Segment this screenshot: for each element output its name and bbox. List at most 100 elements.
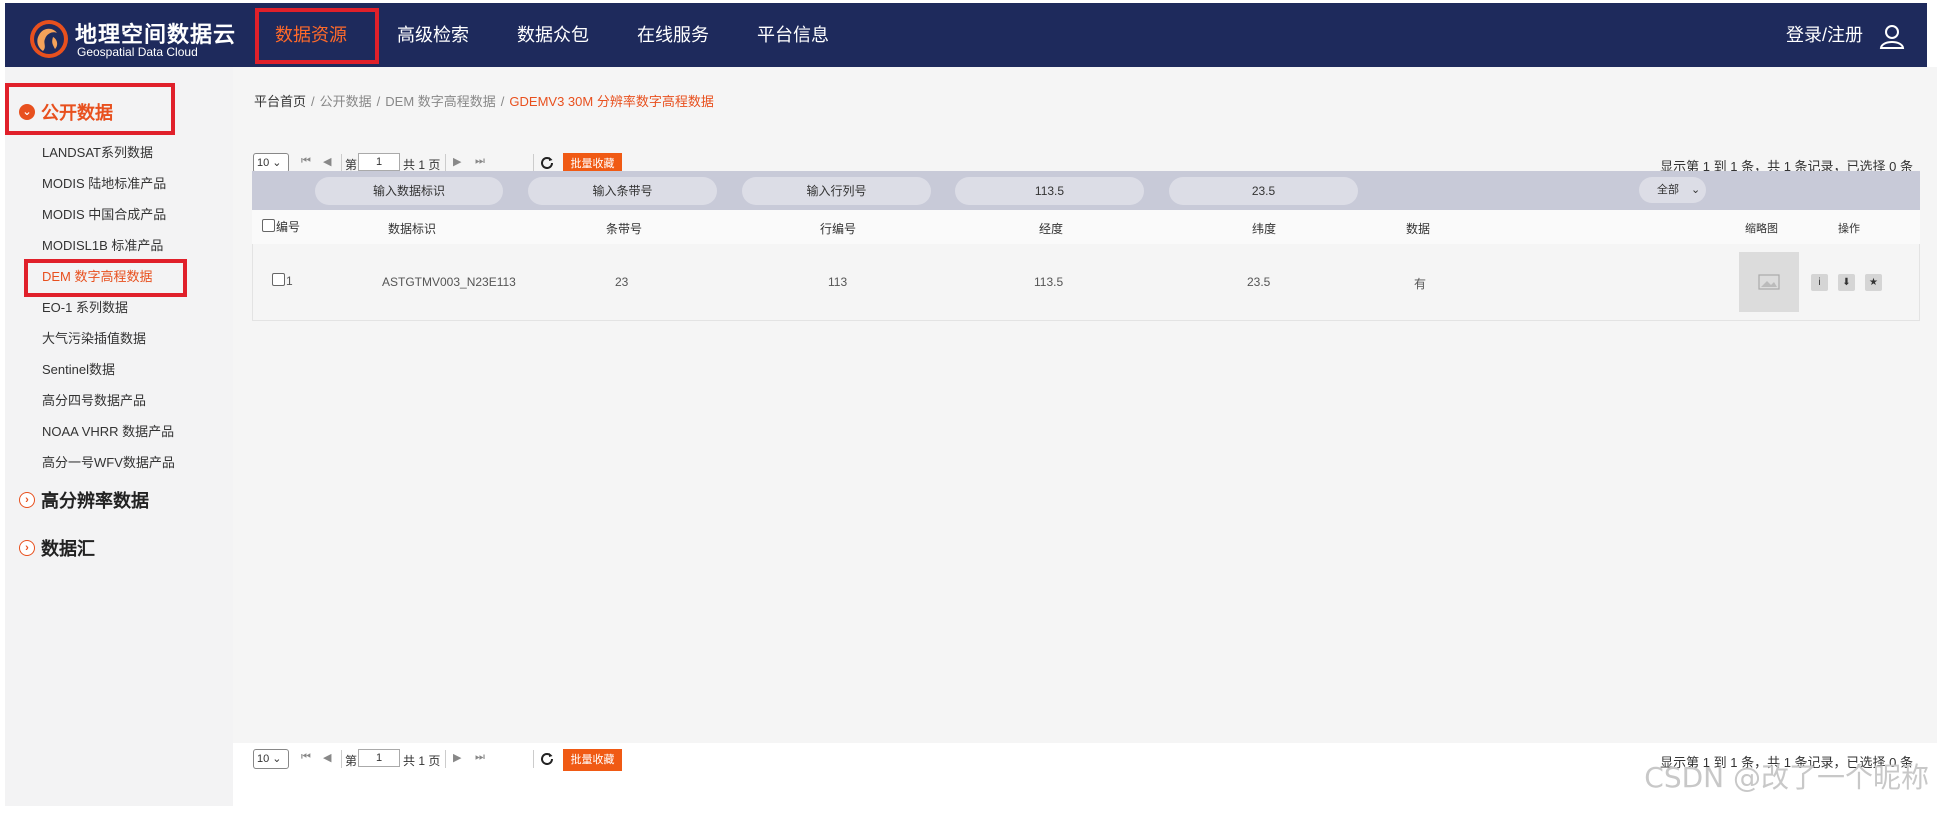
page-size-select[interactable]: 10 ⌄ [253,749,289,769]
chevron-down-icon: ⌄ [19,104,35,120]
table-header: 编号 数据标识 条带号 行编号 经度 纬度 数据 缩略图 操作 [252,210,1920,245]
pager-divider [341,750,342,768]
page-total: 共 1 页 [403,754,441,768]
breadcrumb-separator: / [500,94,505,109]
data-id-filter-input[interactable]: 输入数据标识 [315,177,503,205]
first-page-icon[interactable]: ⏮ [301,155,311,168]
column-header-longitude[interactable]: 经度 [1039,220,1063,237]
refresh-icon[interactable] [540,155,554,169]
site-logo[interactable]: 地理空间数据云 Geospatial Data Cloud [27,15,237,59]
next-page-icon[interactable]: ▶ [453,751,461,764]
globe-logo-icon [30,20,68,58]
sidebar-item-dem[interactable]: DEM 数字高程数据 [42,266,153,285]
pager-toolbar-bottom [253,816,1913,840]
sidebar-item-gf1-wfv[interactable]: 高分一号WFV数据产品 [42,452,175,471]
section-label: 公开数据 [41,103,113,123]
pager-divider [341,154,342,172]
longitude-filter-input[interactable]: 113.5 [955,177,1144,205]
sidebar-item-modis-land[interactable]: MODIS 陆地标准产品 [42,173,166,192]
cell-row: 113 [828,275,848,289]
sidebar-item-eo1[interactable]: EO-1 系列数据 [42,297,128,316]
select-all-checkbox[interactable] [262,219,275,232]
row-checkbox[interactable] [272,273,285,286]
column-header-data: 数据 [1406,222,1431,236]
nav-crowdsourcing[interactable]: 数据众包 [517,3,589,67]
strip-filter-input[interactable]: 输入条带号 [528,177,717,205]
user-icon[interactable] [1879,23,1905,49]
column-header-latitude[interactable]: 纬度 [1252,220,1276,237]
sidebar-section-data-hub[interactable]: › 数据汇 [19,535,95,561]
section-label: 数据汇 [41,539,95,559]
sidebar-item-air-pollution[interactable]: 大气污染插值数据 [42,328,146,347]
page-number-input[interactable]: 1 [358,153,400,171]
download-icon[interactable]: ⬇ [1838,274,1855,291]
login-register-link[interactable]: 登录/注册 [1786,3,1863,67]
nav-platform-info[interactable]: 平台信息 [757,3,829,67]
refresh-icon[interactable] [540,751,554,765]
cell-strip: 23 [615,275,629,289]
last-page-icon[interactable]: ⏭ [475,751,485,764]
sidebar-item-landsat[interactable]: LANDSAT系列数据 [42,142,153,161]
latitude-filter-input[interactable]: 23.5 [1169,177,1358,205]
sidebar-section-public-data[interactable]: ⌄ 公开数据 [19,99,113,125]
nav-advanced-search[interactable]: 高级检索 [397,3,469,67]
sidebar-item-noaa[interactable]: NOAA VHRR 数据产品 [42,421,174,440]
page-number-input[interactable]: 1 [358,749,400,767]
cell-data-available: 有 [1414,277,1427,291]
pager-divider [533,154,534,172]
cell-data-id: ASTGTMV003_N23E113 [382,275,516,289]
pager-divider [445,750,446,768]
batch-favorite-button[interactable]: 批量收藏 [563,749,622,771]
prev-page-icon[interactable]: ◀ [323,751,331,764]
nav-online-service[interactable]: 在线服务 [637,3,709,67]
prev-page-icon[interactable]: ◀ [323,155,331,168]
last-page-icon[interactable]: ⏭ [475,155,485,168]
breadcrumb: 平台首页 / 公开数据 / DEM 数字高程数据 / GDEMV3 30M 分辨率数字高程数… [254,91,714,110]
logo-subtitle: Geospatial Data Cloud [77,45,198,59]
column-header-row[interactable]: 行编号 [820,220,856,237]
table-row[interactable]: 1 ASTGTMV003_N23E113 23 113 113.5 23.5 有… [252,244,1920,321]
data-table: 输入数据标识 输入条带号 输入行列号 113.5 23.5 全部 ⌄ 编号 数据标… [252,171,1920,321]
data-panel: 10 ⌄ ⏮ ◀ 第 1 共 1 页 ▶ ⏭ 批量收藏 显示第 1 到 1 条，… [246,131,1927,731]
chevron-right-icon: › [19,492,35,508]
section-label: 高分辨率数据 [41,491,149,511]
filter-row: 输入数据标识 输入条带号 输入行列号 113.5 23.5 全部 ⌄ [252,171,1920,210]
main-content: 平台首页 / 公开数据 / DEM 数字高程数据 / GDEMV3 30M 分辨率数字高程数… [233,67,1937,806]
page-prefix: 第 [345,754,358,768]
first-page-icon[interactable]: ⏮ [301,751,311,764]
data-select-value: 全部 [1657,184,1679,196]
sidebar: ⌄ 公开数据 LANDSAT系列数据 MODIS 陆地标准产品 MODIS 中国… [5,67,233,806]
chevron-right-icon: › [19,540,35,556]
select-all-checkbox-cell[interactable]: 编号 [262,218,300,235]
breadcrumb-separator: / [311,94,315,109]
column-header-strip[interactable]: 条带号 [606,220,642,237]
sidebar-section-high-res[interactable]: › 高分辨率数据 [19,487,149,513]
breadcrumb-current: GDEMV3 30M 分辨率数字高程数据 [509,94,714,109]
row-filter-input[interactable]: 输入行列号 [742,177,931,205]
sidebar-item-gf4[interactable]: 高分四号数据产品 [42,390,146,409]
sidebar-item-modis-china[interactable]: MODIS 中国合成产品 [42,204,166,223]
column-header-thumbnail: 缩略图 [1745,223,1778,235]
breadcrumb-home[interactable]: 平台首页 [254,94,306,109]
page-size-select[interactable]: 10 ⌄ [253,153,289,173]
nav-data-resources[interactable]: 数据资源 [275,3,347,67]
row-number: 1 [286,274,293,288]
column-header-data-id[interactable]: 数据标识 [388,220,436,237]
info-icon[interactable]: i [1811,274,1828,291]
breadcrumb-dem[interactable]: DEM 数字高程数据 [385,94,496,109]
csdn-watermark: CSDN @改了一个昵称 [1644,761,1929,794]
sidebar-item-modisl1b[interactable]: MODISL1B 标准产品 [42,235,163,254]
page-size-value: 10 [257,157,270,169]
pager-divider [445,154,446,172]
sidebar-item-sentinel[interactable]: Sentinel数据 [42,359,115,378]
page-size-value: 10 [257,753,270,765]
cell-latitude: 23.5 [1247,275,1271,289]
star-icon[interactable]: ★ [1865,274,1882,291]
image-placeholder-icon [1758,274,1780,290]
data-availability-select[interactable]: 全部 ⌄ [1639,177,1706,203]
thumbnail[interactable] [1739,252,1799,312]
breadcrumb-public-data[interactable]: 公开数据 [320,94,372,109]
next-page-icon[interactable]: ▶ [453,155,461,168]
row-checkbox-cell[interactable]: 1 [272,273,293,288]
column-header-no: 编号 [276,220,301,234]
